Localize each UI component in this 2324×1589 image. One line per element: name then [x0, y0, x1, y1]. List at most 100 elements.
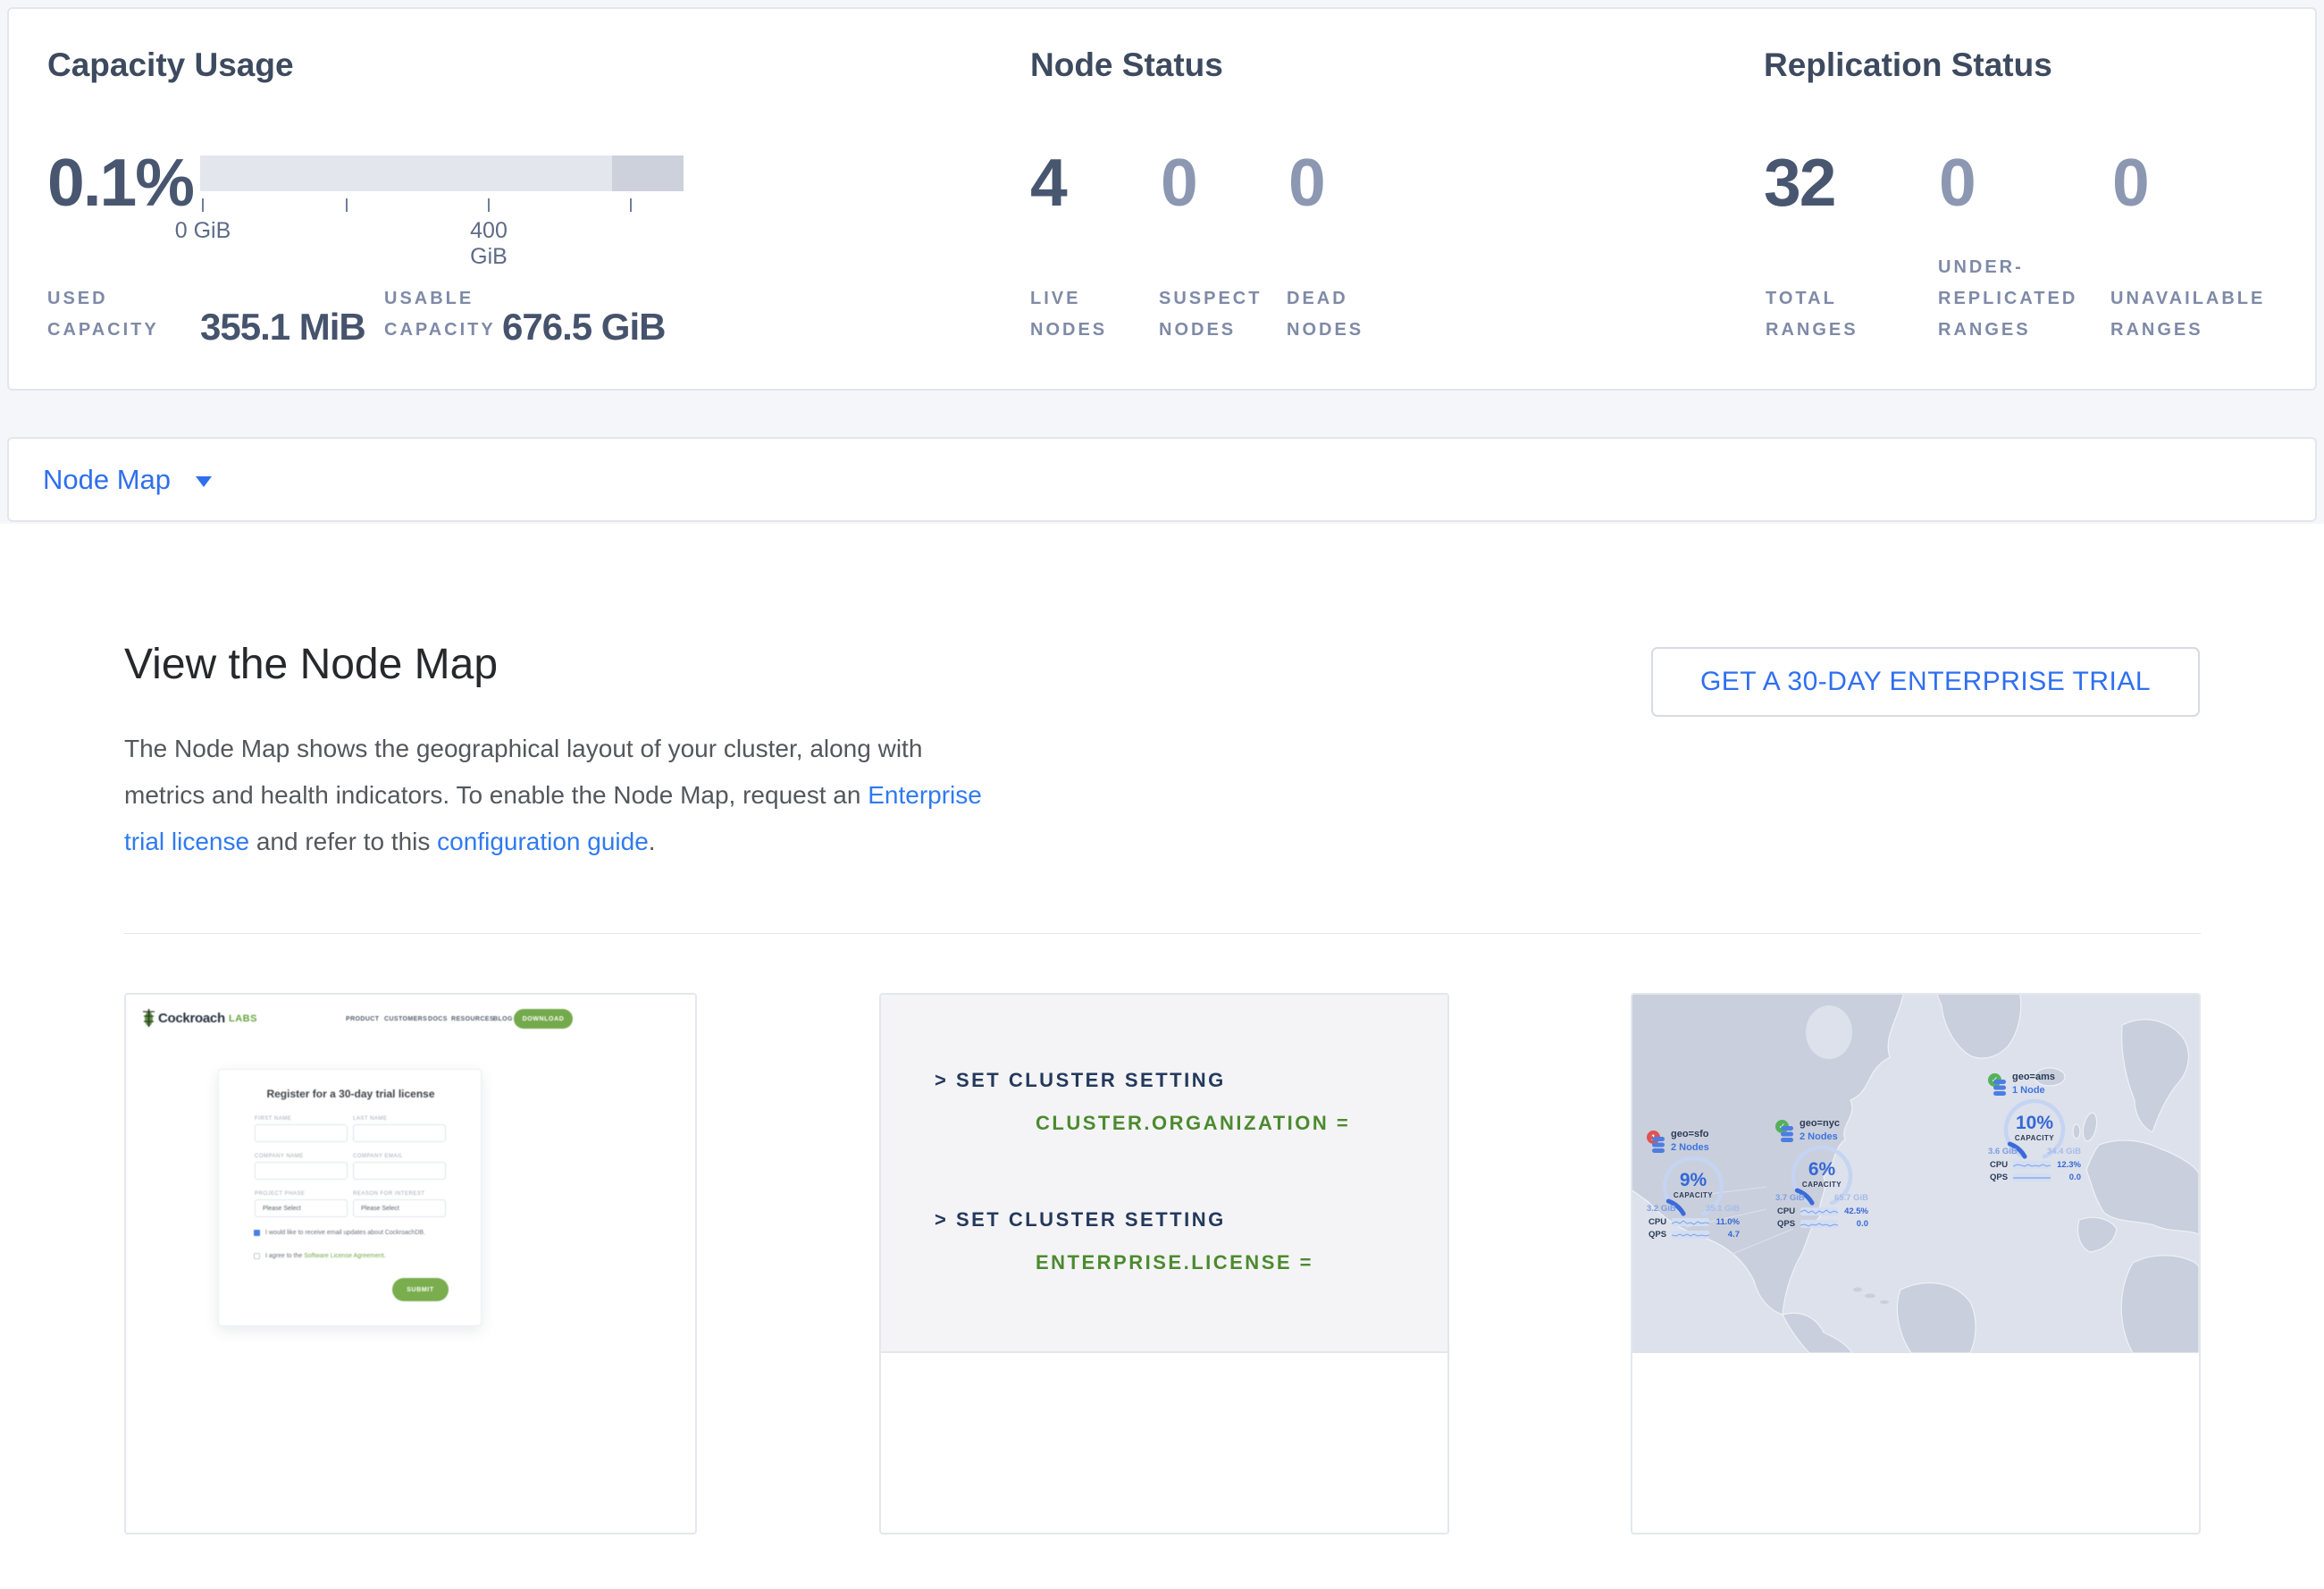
project-phase-label: PROJECT PHASE [255, 1191, 305, 1197]
qps-sparkline [2013, 1173, 2051, 1181]
dead-nodes-label: DEAD NODES [1287, 248, 1363, 346]
database-icon [1993, 1080, 2007, 1097]
last-name-label: LAST NAME [353, 1116, 387, 1122]
database-icon [1651, 1137, 1665, 1154]
capacity-tick [488, 198, 490, 212]
cpu-label: CPU [1777, 1206, 1797, 1216]
cpu-sparkline [1672, 1218, 1709, 1226]
capacity-total: 65.7 GiB [1834, 1193, 1868, 1203]
software-license-agreement-link: Software License Agreement [304, 1253, 384, 1259]
company-name-input [255, 1162, 348, 1180]
first-name-label: FIRST NAME [255, 1116, 291, 1122]
live-nodes-label: LIVE NODES [1030, 248, 1107, 346]
under-replicated-count: 0 [1939, 143, 1975, 222]
node-count: 2 Nodes [1800, 1131, 1838, 1142]
qps-value: 4.7 [1728, 1230, 1740, 1240]
suspect-nodes-count: 0 [1161, 143, 1196, 222]
geo-sfo-widget: 1 geo=sfo 2 Nodes 9% CAPACITY 3.2 GiB 35… [1647, 1129, 1740, 1243]
usable-capacity-value: 676.5 GiB [502, 306, 665, 349]
intro-line2-text: metrics and health indicators. To enable… [124, 781, 868, 809]
reason-for-interest-label: REASON FOR INTEREST [353, 1191, 425, 1197]
locality-name: geo=ams [2012, 1072, 2055, 1082]
license-agreement-checkbox-row: I agree to the Software License Agreemen… [254, 1253, 386, 1259]
step-2-card: > SET CLUSTER SETTING CLUSTER.ORGANIZATI… [879, 993, 1449, 1534]
trial-signup-screenshot: Cockroach LABS PRODUCT CUSTOMERS DOCS RE… [126, 995, 695, 1348]
capacity-percent: 0.1% [47, 143, 193, 222]
first-name-input [255, 1124, 348, 1142]
checkbox-empty-icon [254, 1253, 260, 1259]
qps-label: QPS [1649, 1230, 1668, 1240]
capacity-tick [346, 198, 348, 212]
cpu-label: CPU [1649, 1217, 1668, 1227]
qps-sparkline [1800, 1220, 1838, 1228]
dead-nodes-count: 0 [1288, 143, 1324, 222]
brand-suffix: LABS [229, 1013, 257, 1024]
get-enterprise-trial-button[interactable]: GET A 30-DAY ENTERPRISE TRIAL [1651, 647, 2200, 717]
under-replicated-label: UNDER- REPLICATED RANGES [1938, 248, 2077, 346]
nav-item-product: PRODUCT [346, 1016, 379, 1022]
node-count: 1 Node [2012, 1085, 2045, 1096]
step-1-card: Cockroach LABS PRODUCT CUSTOMERS DOCS RE… [124, 993, 697, 1534]
sql-prompt-1: > SET CLUSTER SETTING [935, 1069, 1226, 1092]
capacity-label: CAPACITY [1775, 1181, 1868, 1189]
brand-name: Cockroach [158, 1011, 225, 1026]
nav-item-resources: RESOURCES [451, 1016, 494, 1022]
capacity-used: 3.7 GiB [1775, 1193, 1805, 1203]
capacity-bar-dark-segment [612, 156, 684, 191]
cpu-value: 42.5% [1844, 1206, 1868, 1216]
used-capacity-label: USED CAPACITY [47, 248, 159, 346]
total-ranges-count: 32 [1764, 143, 1834, 222]
replication-status-title: Replication Status [1764, 46, 2052, 84]
cluster-overview-page: Capacity Usage 0.1% 0 GiB 400 GiB USED C… [0, 0, 2324, 1589]
capacity-percent: 9% [1647, 1170, 1740, 1191]
capacity-label: CAPACITY [1647, 1191, 1740, 1199]
intro-line1: The Node Map shows the geographical layo… [124, 735, 922, 762]
configuration-guide-link[interactable]: configuration guide [437, 828, 649, 855]
nav-item-blog: BLOG [493, 1016, 513, 1022]
cpu-label: CPU [1990, 1160, 2009, 1170]
page-title: View the Node Map [124, 640, 498, 689]
trial-license-form: Register for a 30-day trial license FIRS… [218, 1069, 482, 1326]
cpu-value: 12.3% [2057, 1160, 2081, 1170]
capacity-total: 35.1 GiB [1706, 1204, 1740, 1214]
node-map-dropdown[interactable]: Node Map [43, 464, 212, 496]
cpu-value: 11.0% [1716, 1217, 1740, 1227]
qps-label: QPS [1990, 1173, 2009, 1182]
last-name-input [353, 1124, 446, 1142]
database-icon [1780, 1126, 1794, 1143]
capacity-usage-title: Capacity Usage [47, 46, 294, 84]
step-3-card: 1 geo=sfo 2 Nodes 9% CAPACITY 3.2 GiB 35… [1631, 993, 2201, 1534]
nav-item-docs: DOCS [428, 1016, 448, 1022]
geo-nyc-widget: ✓ geo=nyc 2 Nodes 6% CAPACITY 3.7 GiB 65… [1775, 1118, 1868, 1232]
capacity-tick-label-0: 0 GiB [167, 218, 239, 244]
reason-for-interest-select: Please Select [353, 1199, 446, 1217]
locality-name: geo=nyc [1800, 1118, 1840, 1129]
form-title: Register for a 30-day trial license [219, 1088, 482, 1100]
nav-item-customers: CUSTOMERS [384, 1016, 427, 1022]
project-phase-select: Please Select [255, 1199, 348, 1217]
company-email-label: COMPANY EMAIL [353, 1154, 403, 1159]
chevron-down-icon [196, 476, 212, 487]
intro-line3-text: and refer to this [249, 828, 437, 855]
cpu-sparkline [2013, 1161, 2051, 1169]
node-status-title: Node Status [1030, 46, 1223, 84]
qps-label: QPS [1777, 1219, 1797, 1229]
enterprise-trial-license-link[interactable]: Enterprise [868, 781, 982, 809]
download-button: DOWNLOAD [514, 1009, 573, 1029]
section-divider [124, 933, 2201, 934]
submit-button: SUBMIT [392, 1278, 449, 1301]
capacity-percent: 6% [1775, 1159, 1868, 1181]
view-selector-bar: Node Map [7, 437, 2317, 522]
company-email-input [353, 1162, 446, 1180]
enterprise-trial-license-link[interactable]: trial license [124, 828, 249, 855]
company-name-label: COMPANY NAME [255, 1154, 304, 1159]
unavailable-ranges-label: UNAVAILABLE RANGES [2110, 248, 2265, 346]
capacity-total: 34.4 GiB [2047, 1147, 2081, 1156]
node-map-dropdown-label: Node Map [43, 464, 171, 496]
used-capacity-value: 355.1 MiB [200, 306, 365, 349]
sql-commands-panel: > SET CLUSTER SETTING CLUSTER.ORGANIZATI… [881, 995, 1447, 1353]
unavailable-count: 0 [2112, 143, 2148, 222]
qps-sparkline [1672, 1231, 1709, 1239]
capacity-tick [630, 198, 632, 212]
total-ranges-label: TOTAL RANGES [1766, 248, 1858, 346]
